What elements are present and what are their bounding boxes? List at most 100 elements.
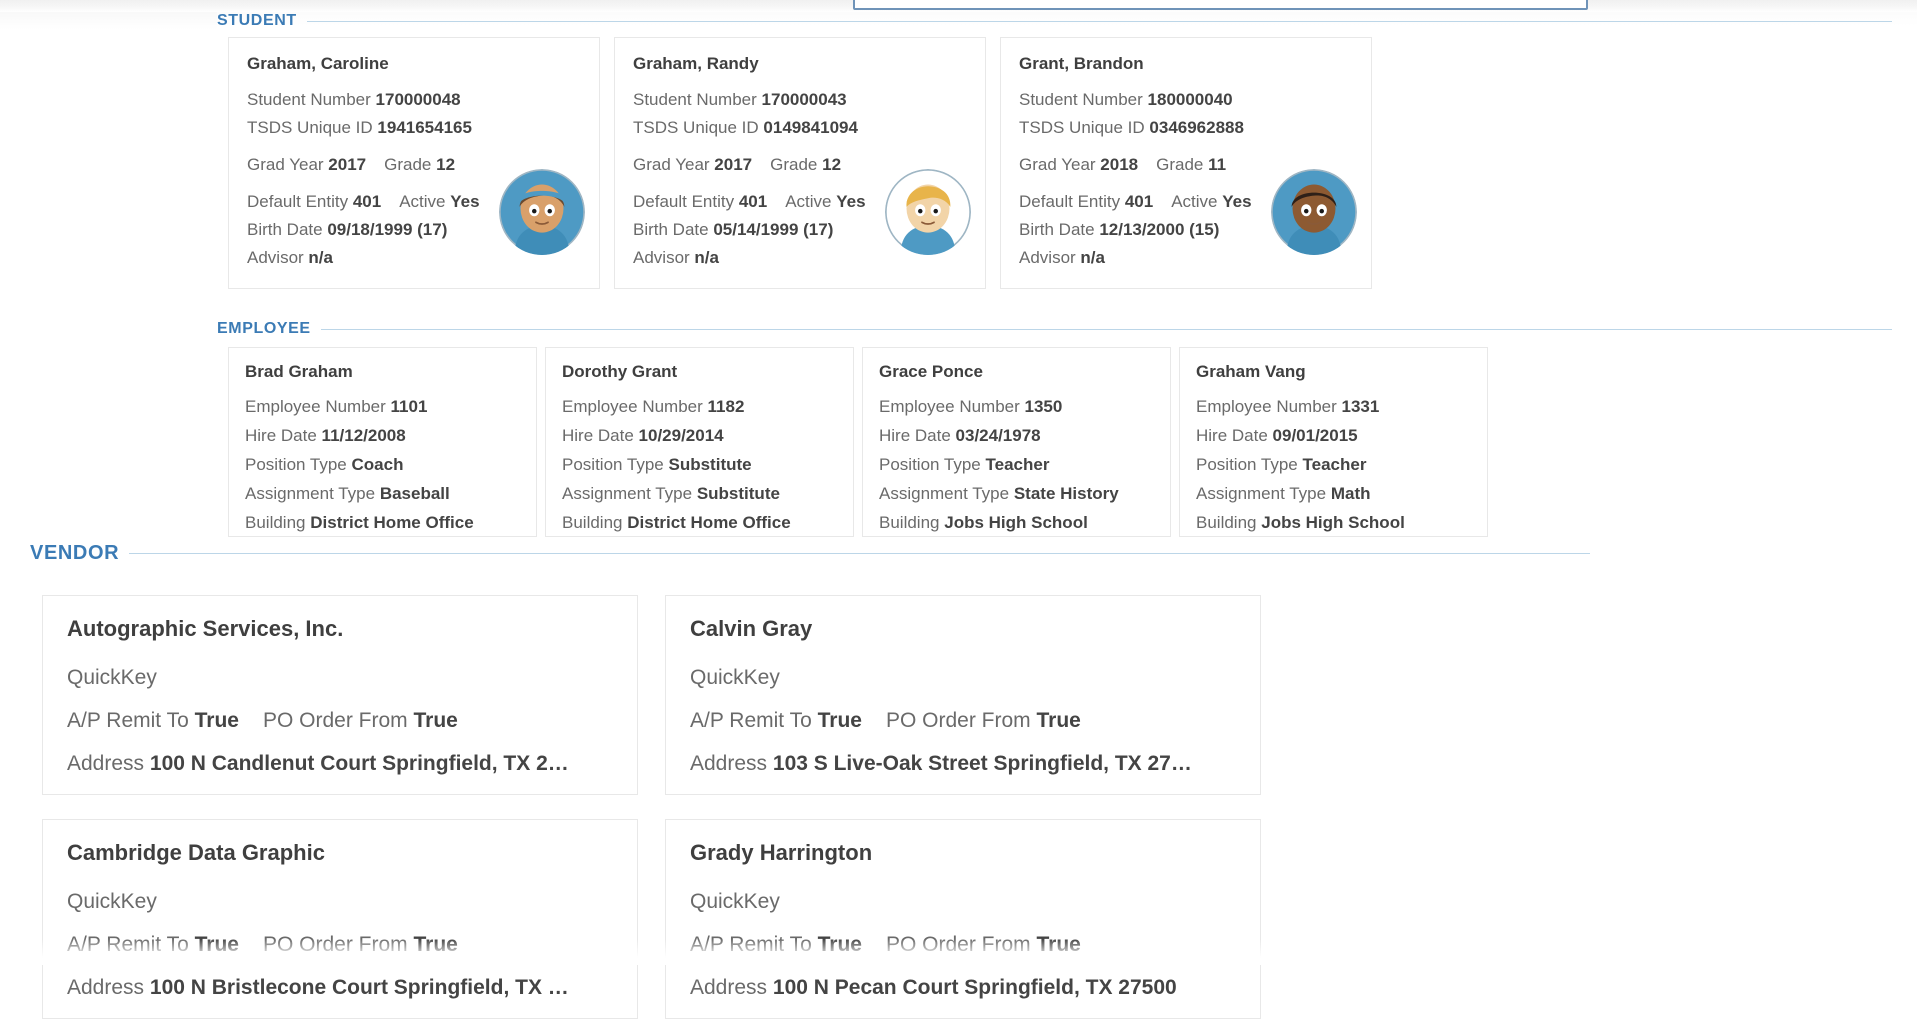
hire-date-row: Hire Date 11/12/2008 xyxy=(245,421,520,450)
field-value: 103 S Live-Oak Street Springfield, TX 27… xyxy=(773,752,1192,775)
student-card[interactable]: Graham, RandyStudent Number 170000043TSD… xyxy=(614,37,986,289)
field-label: Hire Date xyxy=(562,426,634,445)
field-value: District Home Office xyxy=(310,513,473,532)
field-label: Active xyxy=(1171,192,1217,211)
section-rule xyxy=(129,553,1590,554)
field-label: A/P Remit To xyxy=(690,933,812,956)
section-title-employee: EMPLOYEE xyxy=(217,320,311,338)
vendor-name: Cambridge Data Graphic xyxy=(67,840,613,866)
field-value: 10/29/2014 xyxy=(639,426,724,445)
position-type-row: Position Type Substitute xyxy=(562,450,837,479)
student-name: Grant, Brandon xyxy=(1019,54,1353,74)
field-label: Employee Number xyxy=(1196,397,1337,416)
field-label: Position Type xyxy=(562,455,664,474)
field-value: 11/12/2008 xyxy=(322,426,406,445)
field-value: Substitute xyxy=(669,455,752,474)
field-value: True xyxy=(414,933,458,956)
field-label: Advisor xyxy=(1019,248,1076,267)
vendor-card[interactable]: Grady Harrington QuickKeyA/P Remit To Tru… xyxy=(665,819,1261,1019)
field-value: Teacher xyxy=(986,455,1050,474)
field-value: 0149841094 xyxy=(763,118,858,137)
vendor-card[interactable]: Cambridge Data GraphicQuickKeyA/P Remit … xyxy=(42,819,638,1019)
assignment-type-row: Assignment Type Baseball xyxy=(245,479,520,508)
field-label: Default Entity xyxy=(1019,192,1120,211)
global-search-input[interactable] xyxy=(853,0,1588,10)
employee-name: Dorothy Grant xyxy=(562,362,837,382)
section-header-employee: EMPLOYEE xyxy=(217,320,1892,338)
building-row: Building Jobs High School xyxy=(1196,508,1471,537)
employee-number-row: Employee Number 1350 xyxy=(879,392,1154,421)
left-gutter xyxy=(0,0,217,545)
field-value: 09/01/2015 xyxy=(1273,426,1358,445)
field-label: Advisor xyxy=(633,248,690,267)
field-label: Default Entity xyxy=(633,192,734,211)
field-value: State History xyxy=(1014,484,1119,503)
field-value: 03/24/1978 xyxy=(956,426,1041,445)
field-value: Math xyxy=(1331,484,1371,503)
field-value: 2017 xyxy=(328,155,366,174)
vendor-address-row: Address 100 N Candlenut Court Springfiel… xyxy=(67,742,613,785)
vendor-card[interactable]: Calvin GrayQuickKeyA/P Remit To TruePO O… xyxy=(665,595,1261,795)
field-value: 2018 xyxy=(1100,155,1138,174)
field-value: 0346962888 xyxy=(1149,118,1244,137)
field-label: Address xyxy=(67,976,144,999)
field-value: 170000048 xyxy=(376,90,461,109)
field-value: 05/14/1999 (17) xyxy=(713,220,833,239)
tsds-id-row: TSDS Unique ID 0149841094 xyxy=(633,114,967,142)
field-value: Jobs High School xyxy=(1261,513,1405,532)
employee-name: Grace Ponce xyxy=(879,362,1154,382)
field-label: Birth Date xyxy=(247,220,323,239)
section-title-vendor: VENDOR xyxy=(30,542,119,565)
field-label: Building xyxy=(1196,513,1257,532)
field-value: n/a xyxy=(694,248,719,267)
row-spacer xyxy=(247,142,581,151)
field-label: Assignment Type xyxy=(879,484,1009,503)
section-header-vendor: VENDOR xyxy=(30,542,1590,565)
employee-card[interactable]: Graham VangEmployee Number 1331Hire Date… xyxy=(1179,347,1488,537)
field-value: Baseball xyxy=(380,484,450,503)
field-value: 12/13/2000 (15) xyxy=(1099,220,1219,239)
field-label: A/P Remit To xyxy=(67,709,189,732)
field-value: True xyxy=(195,709,239,732)
field-label: Building xyxy=(562,513,623,532)
field-value: 1941654165 xyxy=(377,118,472,137)
employee-card[interactable]: Brad GrahamEmployee Number 1101Hire Date… xyxy=(228,347,537,537)
field-value: 180000040 xyxy=(1148,90,1233,109)
tsds-id-row: TSDS Unique ID 0346962888 xyxy=(1019,114,1353,142)
vendor-name: Grady Harrington xyxy=(690,840,1236,866)
vendor-address-row: Address 100 N Bristlecone Court Springfi… xyxy=(67,966,613,1009)
section-rule xyxy=(321,329,1892,330)
field-value: Yes xyxy=(1222,192,1251,211)
field-label: Birth Date xyxy=(1019,220,1095,239)
student-card[interactable]: Grant, BrandonStudent Number 180000040TS… xyxy=(1000,37,1372,289)
field-value: Coach xyxy=(352,455,404,474)
field-value: Yes xyxy=(836,192,865,211)
field-label: Address xyxy=(690,976,767,999)
vendor-flags-row: A/P Remit To TruePO Order From True xyxy=(690,923,1236,966)
student-card[interactable]: Graham, CarolineStudent Number 170000048… xyxy=(228,37,600,289)
vendor-name: Calvin Gray xyxy=(690,616,1236,642)
vendor-card[interactable]: Autographic Services, Inc.QuickKeyA/P Re… xyxy=(42,595,638,795)
employee-card[interactable]: Dorothy Grant Employee Number 1182 Hire Da… xyxy=(545,347,854,537)
field-label: Default Entity xyxy=(247,192,348,211)
employee-card[interactable]: Grace PonceEmployee Number 1350Hire Date… xyxy=(862,347,1171,537)
field-value: Jobs High School xyxy=(944,513,1088,532)
assignment-type-row: Assignment Type Math xyxy=(1196,479,1471,508)
field-label: Active xyxy=(399,192,445,211)
field-value: 401 xyxy=(1125,192,1153,211)
avatar-boy-dark-hair-icon xyxy=(1271,169,1357,255)
row-spacer xyxy=(633,142,967,151)
field-label: Employee Number xyxy=(562,397,703,416)
field-label: Assignment Type xyxy=(562,484,692,503)
field-value: Substitute xyxy=(697,484,780,503)
vendor-quickkey-row: QuickKey xyxy=(690,880,1236,923)
field-value: n/a xyxy=(1080,248,1105,267)
employee-number-row: Employee Number 1182 xyxy=(562,392,837,421)
student-number-row: Student Number 170000048 xyxy=(247,86,581,114)
student-name: Graham, Randy xyxy=(633,54,967,74)
field-label: A/P Remit To xyxy=(67,933,189,956)
field-value: 12 xyxy=(436,155,455,174)
row-spacer xyxy=(1019,142,1353,151)
building-row: Building District Home Office xyxy=(245,508,520,537)
position-type-row: Position Type Teacher xyxy=(879,450,1154,479)
